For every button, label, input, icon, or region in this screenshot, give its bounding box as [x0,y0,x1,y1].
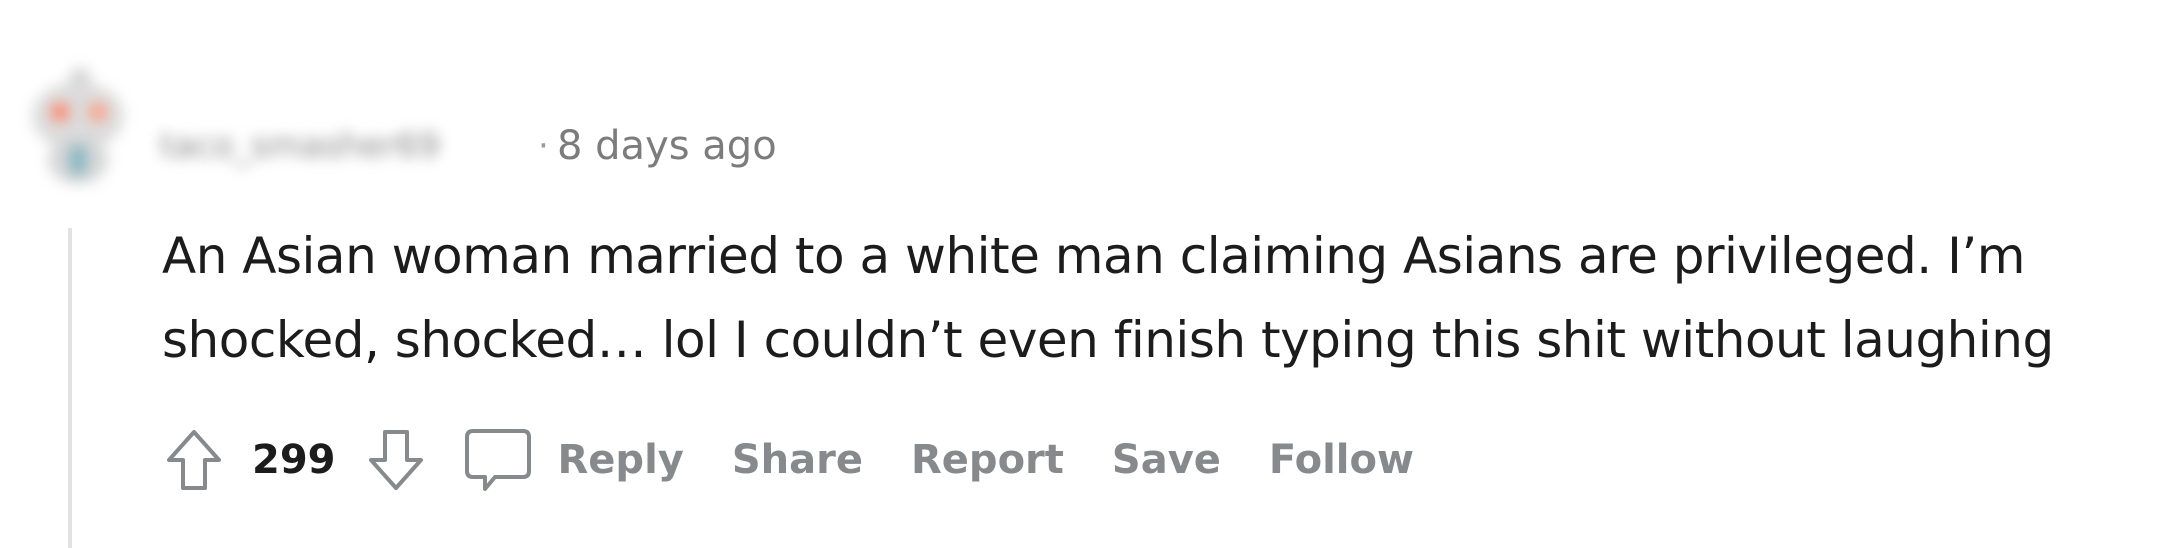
report-button[interactable]: Report [911,437,1064,483]
vote-count: 299 [252,437,336,483]
upvote-button[interactable] [156,418,232,502]
arrow-up-outline-icon [167,430,221,490]
comment: taco_smasher69 · 8 days ago An Asian wom… [0,0,2160,548]
reply-button[interactable]: Reply [558,437,684,483]
save-button[interactable]: Save [1112,437,1221,483]
comment-bubble-button[interactable] [460,418,536,502]
comment-body: An Asian woman married to a white man cl… [162,214,2142,382]
timestamp[interactable]: 8 days ago [557,120,777,172]
follow-button[interactable]: Follow [1269,437,1414,483]
username[interactable]: taco_smasher69 [160,124,520,168]
comment-body-line: shocked, shocked… lol I couldn’t even fi… [162,311,2054,369]
share-button[interactable]: Share [732,437,863,483]
thread-line[interactable] [68,228,72,548]
snoo-avatar-icon [32,68,124,184]
downvote-button[interactable] [358,418,434,502]
avatar[interactable] [22,58,134,188]
speech-bubble-icon [464,429,531,491]
arrow-down-outline-icon [368,430,423,490]
comment-body-line: An Asian woman married to a white man cl… [162,227,2025,285]
comment-action-bar: 299 Reply Share Report Save Follow [156,418,1414,502]
meta-separator: · [538,126,549,166]
